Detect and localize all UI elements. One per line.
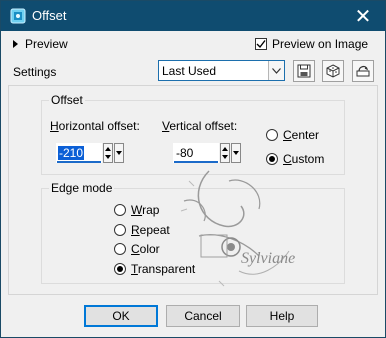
vertical-dropdown-icon[interactable] xyxy=(231,143,241,163)
repeat-radio[interactable]: Repeat xyxy=(114,223,170,237)
dialog-window: Offset ✕ Preview Preview on Image Settin… xyxy=(0,0,386,338)
close-icon: ✕ xyxy=(354,4,372,28)
preview-toggle[interactable]: Preview xyxy=(13,37,68,51)
save-preset-button[interactable] xyxy=(293,60,315,82)
horizontal-dropdown-icon[interactable] xyxy=(114,143,124,163)
cancel-button[interactable]: Cancel xyxy=(166,305,240,327)
preview-on-image-checkbox[interactable]: Preview on Image xyxy=(255,37,368,51)
close-button[interactable]: ✕ xyxy=(341,1,385,31)
vertical-offset-input[interactable]: -80 xyxy=(173,143,219,163)
app-icon xyxy=(10,8,26,24)
checkmark-icon xyxy=(256,40,266,49)
watermark-text: Sylviane xyxy=(241,250,295,267)
reset-button[interactable] xyxy=(322,60,344,82)
horizontal-offset-value: -210 xyxy=(58,146,85,160)
wrap-radio[interactable]: Wrap xyxy=(114,203,159,217)
vertical-offset-label: Vertical offset: xyxy=(162,119,238,133)
vertical-offset-value: -80 xyxy=(176,146,194,160)
chevron-down-icon[interactable] xyxy=(268,61,284,80)
wrap-label: Wrap xyxy=(131,203,160,217)
save-icon xyxy=(297,64,311,78)
reset-icon xyxy=(326,64,340,78)
watermark-logo: Sylviane xyxy=(180,170,295,287)
ok-button[interactable]: OK xyxy=(84,305,158,327)
spin-arrows-icon[interactable] xyxy=(103,143,113,163)
vertical-offset-stepper[interactable]: -80 xyxy=(173,143,243,163)
delete-preset-icon xyxy=(356,65,370,77)
preview-on-image-label: Preview on Image xyxy=(272,37,369,51)
checkbox-box[interactable] xyxy=(255,38,267,50)
horizontal-offset-stepper[interactable]: -210 xyxy=(56,143,126,163)
edge-mode-group-label: Edge mode xyxy=(49,181,115,195)
center-radio[interactable]: Center xyxy=(266,128,319,142)
title-bar[interactable]: Offset ✕ xyxy=(1,1,385,31)
offset-group-label: Offset xyxy=(49,93,85,107)
color-label: Color xyxy=(131,242,160,256)
preview-label: Preview xyxy=(25,37,68,51)
horizontal-offset-input[interactable]: -210 xyxy=(56,143,102,163)
horizontal-offset-label: Horizontal offset: xyxy=(50,119,140,133)
color-radio[interactable]: Color xyxy=(114,242,160,256)
expand-triangle-icon xyxy=(13,39,18,48)
center-label: Center xyxy=(283,128,320,142)
help-button[interactable]: Help xyxy=(246,305,318,327)
repeat-label: Repeat xyxy=(131,223,170,237)
delete-preset-button[interactable] xyxy=(352,60,374,82)
settings-selected-value: Last Used xyxy=(162,64,217,78)
window-title: Offset xyxy=(32,8,67,23)
settings-label: Settings xyxy=(13,65,57,79)
settings-dropdown[interactable]: Last Used xyxy=(158,60,285,81)
spin-arrows-icon[interactable] xyxy=(220,143,230,163)
